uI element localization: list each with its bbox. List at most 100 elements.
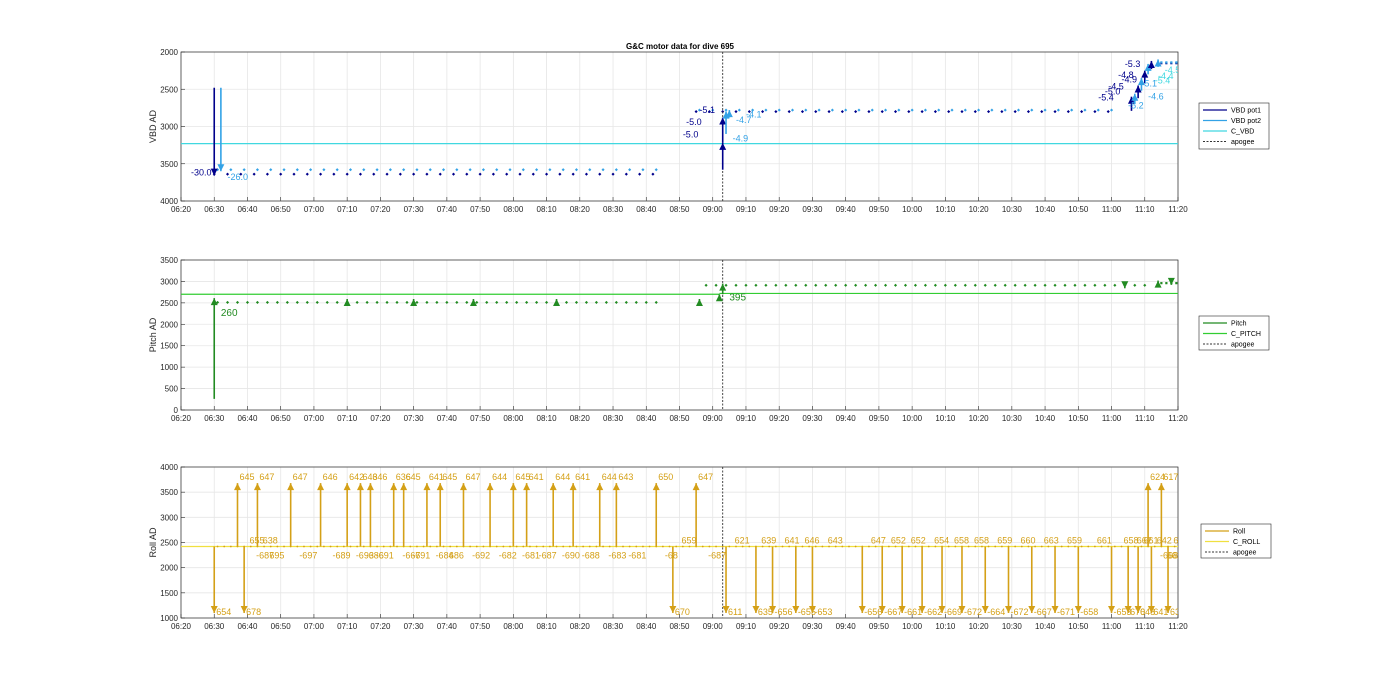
x-tick-label: 10:00 xyxy=(902,414,923,423)
x-tick-label: 10:20 xyxy=(969,414,990,423)
roll-value-label: 638 xyxy=(263,536,278,546)
roll-value-label: 646 xyxy=(372,472,387,482)
x-tick-label: 08:20 xyxy=(570,414,591,423)
roll-value-label: 646 xyxy=(323,472,338,482)
series-marker xyxy=(1170,61,1173,64)
x-tick-label: 07:20 xyxy=(370,622,391,631)
series-marker xyxy=(329,545,332,548)
roll-value-label: 658 xyxy=(954,536,969,546)
legend-entry: C_ROLL xyxy=(1233,539,1260,546)
x-tick-label: 10:50 xyxy=(1068,205,1089,214)
series-marker xyxy=(336,545,339,548)
series-marker xyxy=(635,545,638,548)
y-tick-label: 2500 xyxy=(160,85,178,94)
series-marker xyxy=(429,545,432,548)
x-tick-label: 10:00 xyxy=(902,205,923,214)
roll-value-label: 659 xyxy=(682,536,697,546)
series-marker xyxy=(1160,61,1163,64)
x-tick-label: 07:40 xyxy=(437,414,458,423)
value-label: -4.1 xyxy=(746,110,762,120)
roll-value-label: -689 xyxy=(333,551,351,561)
x-tick-label: 07:00 xyxy=(304,205,325,214)
roll-value-label: -682 xyxy=(499,551,517,561)
series-marker xyxy=(914,545,917,548)
series-marker xyxy=(1060,545,1063,548)
x-tick-label: 07:00 xyxy=(304,622,325,631)
x-tick-label: 06:40 xyxy=(237,414,258,423)
value-label: -5.3 xyxy=(1125,59,1141,69)
x-tick-label: 09:10 xyxy=(736,205,757,214)
figure: G&C motor data for dive 695 06:20 06:30 06… xyxy=(148,42,1272,631)
x-tick-label: 06:20 xyxy=(171,414,192,423)
series-marker xyxy=(841,545,844,548)
vbd-axes: 06:20 06:30 06:40 06:50 07:00 07:10 07:20 07:30… xyxy=(148,48,1270,214)
roll-value-label: 643 xyxy=(618,472,633,482)
series-marker xyxy=(701,545,704,548)
roll-value-label: 661 xyxy=(1167,551,1182,561)
roll-value-label: -681 xyxy=(522,551,540,561)
y-tick-label: 3500 xyxy=(160,488,178,497)
series-marker xyxy=(1000,545,1003,548)
x-tick-label: 10:10 xyxy=(935,622,956,631)
y-tick-label: 2000 xyxy=(160,320,178,329)
series-marker xyxy=(1074,545,1076,548)
value-label: -26.0 xyxy=(228,172,249,182)
value-label: -5.0 xyxy=(686,117,702,127)
y-tick-label: 3000 xyxy=(160,513,178,522)
y-tick-label: 2000 xyxy=(160,48,178,57)
roll-value-label: -697 xyxy=(299,551,317,561)
roll-value-label: 630 xyxy=(1170,607,1185,617)
x-tick-label: 07:10 xyxy=(337,205,358,214)
roll-value-label: -672 xyxy=(964,607,982,617)
x-tick-label: 10:40 xyxy=(1035,414,1056,423)
roll-value-label: -68 xyxy=(665,551,678,561)
series-marker xyxy=(382,545,385,548)
series-marker xyxy=(342,545,345,548)
series-marker xyxy=(356,545,359,548)
x-tick-label: 09:00 xyxy=(703,205,724,214)
x-tick-label: 08:00 xyxy=(503,414,524,423)
series-marker xyxy=(602,545,604,548)
value-label: -5.1 xyxy=(1141,78,1157,88)
value-label: -30.0 xyxy=(191,168,212,178)
series-marker xyxy=(1087,545,1090,548)
series-marker xyxy=(442,545,445,548)
roll-value-label: -691 xyxy=(412,551,430,561)
y-tick-label: 3000 xyxy=(160,123,178,132)
x-tick-label: 11:10 xyxy=(1135,622,1155,631)
x-tick-label: 06:30 xyxy=(204,414,225,423)
roll-value-label: -664 xyxy=(987,607,1005,617)
roll-value-label: 659 xyxy=(997,536,1012,546)
y-tick-label: 2000 xyxy=(160,564,178,573)
x-tick-label: 08:20 xyxy=(570,622,591,631)
legend-entry: apogee xyxy=(1231,139,1254,146)
series-marker xyxy=(981,545,983,548)
legend: Pitch C_PITCHapogee xyxy=(1198,315,1270,351)
value-label: -5.0 xyxy=(683,130,699,140)
roll-value-label: 661 xyxy=(1097,536,1112,546)
series-marker xyxy=(216,545,219,548)
roll-value-label: -687 xyxy=(539,551,557,561)
roll-value-label: 644 xyxy=(492,472,507,482)
series-marker xyxy=(575,545,578,548)
roll-value-label: 647 xyxy=(698,472,713,482)
series-marker xyxy=(548,545,551,548)
x-tick-label: 08:00 xyxy=(503,205,524,214)
series-marker xyxy=(276,545,279,548)
series-marker xyxy=(887,545,890,548)
series-marker xyxy=(542,545,545,548)
y-tick-label: 0 xyxy=(174,406,179,415)
series-marker xyxy=(1173,545,1176,548)
legend-entry: apogee xyxy=(1231,342,1254,349)
x-tick-label: 07:00 xyxy=(304,414,325,423)
series-marker xyxy=(688,545,691,548)
legend-entry: VBD pot1 xyxy=(1231,108,1261,115)
series-marker xyxy=(761,545,764,548)
y-tick-label: 3500 xyxy=(160,160,178,169)
roll-value-label: 647 xyxy=(871,536,886,546)
series-marker xyxy=(821,545,824,548)
x-tick-label: 06:40 xyxy=(237,205,258,214)
pitch-axes: 06:20 06:30 06:40 06:50 07:00 07:10 07:20 07:30… xyxy=(148,256,1270,423)
legend-entry: Pitch xyxy=(1231,321,1247,328)
series-marker xyxy=(1100,545,1103,548)
